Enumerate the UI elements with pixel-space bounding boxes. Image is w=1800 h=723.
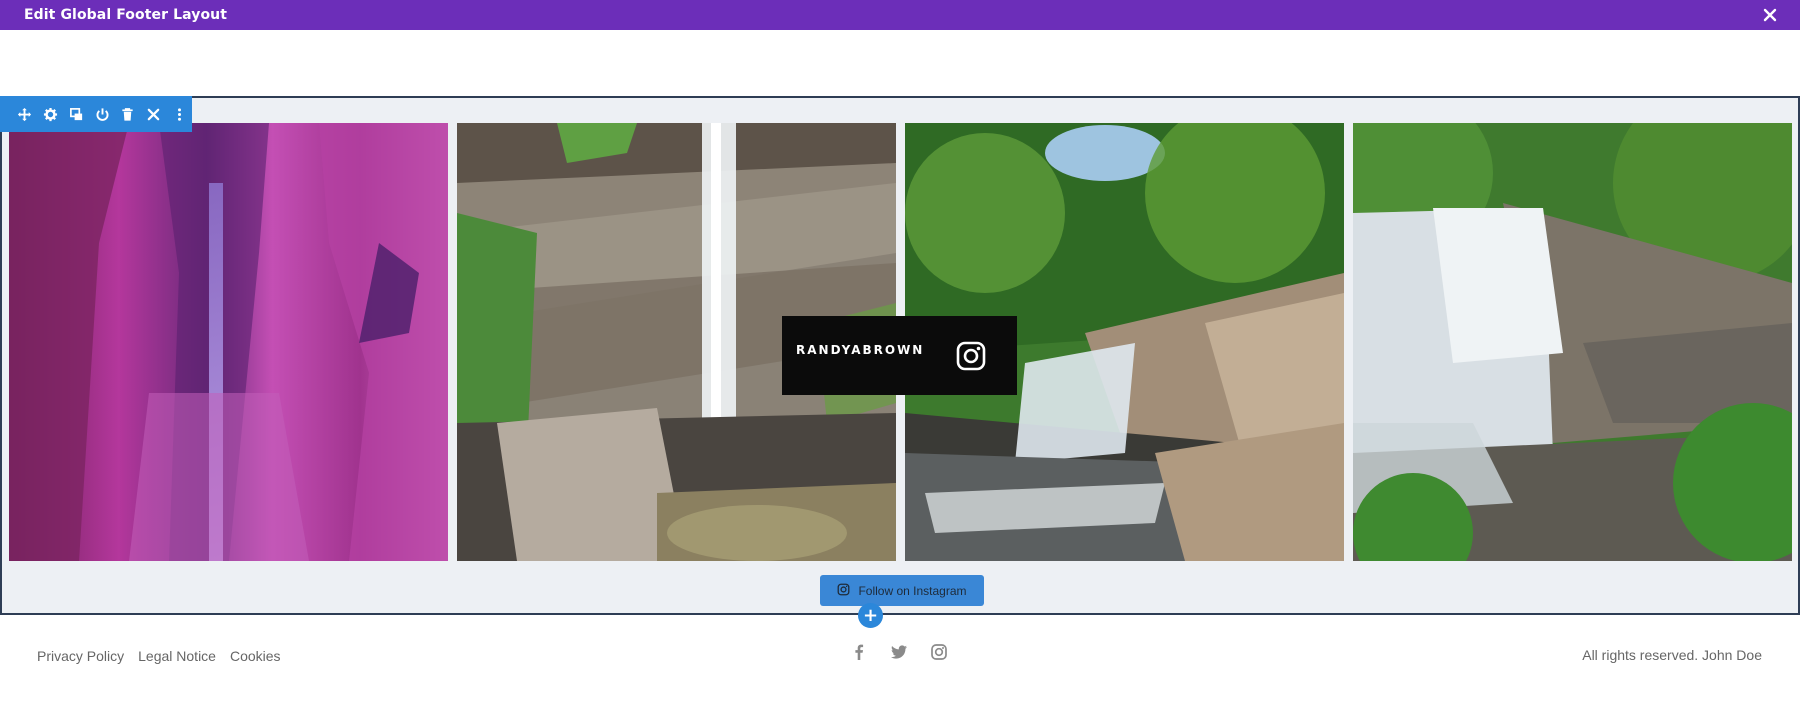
gallery-image-purple-cave-waterfall[interactable]	[9, 123, 448, 561]
instagram-icon	[837, 583, 850, 599]
social-links	[850, 643, 948, 661]
duplicate-icon[interactable]	[63, 96, 89, 132]
move-icon[interactable]	[12, 96, 38, 132]
follow-on-instagram-button[interactable]: Follow on Instagram	[820, 575, 984, 606]
instagram-icon	[955, 340, 987, 372]
add-module-button[interactable]: +	[858, 603, 883, 628]
copyright-text: All rights reserved. John Doe	[1582, 647, 1762, 663]
close-icon[interactable]	[141, 96, 167, 132]
facebook-icon[interactable]	[850, 643, 868, 661]
more-vertical-icon[interactable]	[166, 96, 192, 132]
power-icon[interactable]	[89, 96, 115, 132]
gear-icon[interactable]	[38, 96, 64, 132]
editor-title-bar: Edit Global Footer Layout	[0, 0, 1800, 30]
twitter-icon[interactable]	[890, 643, 908, 661]
footer-link-legal-notice[interactable]: Legal Notice	[138, 648, 216, 664]
module-toolbar	[0, 96, 192, 132]
trash-icon[interactable]	[115, 96, 141, 132]
instagram-profile-overlay[interactable]: RANDYABROWN	[782, 316, 1017, 395]
footer-link-privacy-policy[interactable]: Privacy Policy	[37, 648, 124, 664]
instagram-icon[interactable]	[930, 643, 948, 661]
editor-title: Edit Global Footer Layout	[24, 7, 228, 23]
follow-button-label: Follow on Instagram	[858, 583, 967, 598]
footer-links: Privacy Policy Legal Notice Cookies	[37, 648, 281, 664]
footer-link-cookies[interactable]: Cookies	[230, 648, 281, 664]
close-icon[interactable]	[1760, 5, 1780, 25]
instagram-username: RANDYABROWN	[796, 342, 925, 357]
gallery-image-wide-waterfall[interactable]	[1353, 123, 1792, 561]
